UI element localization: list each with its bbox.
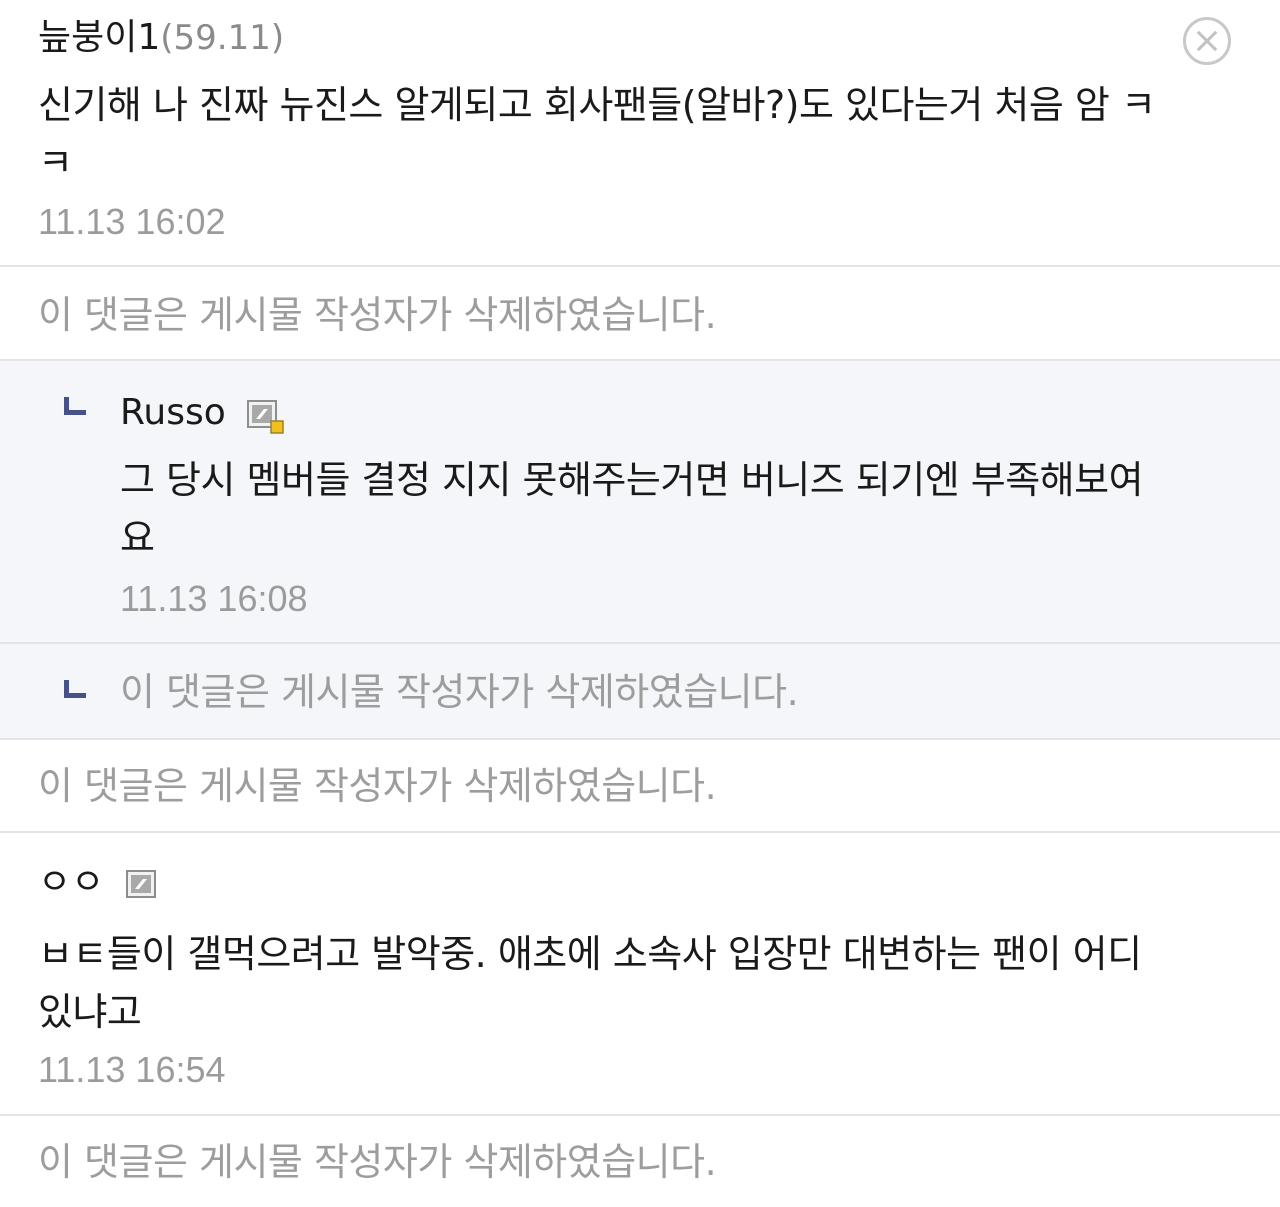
reply-arrow-icon: [64, 397, 86, 415]
deleted-comment-text: 이 댓글은 게시물 작성자가 삭제하였습니다.: [120, 670, 799, 714]
comment-item: 늪붕이1(59.11) 신기해 나 진짜 뉴진스 알게되고 회사팬들(알바?)도…: [0, 0, 1280, 267]
reply-arrow-icon: [64, 680, 86, 698]
comment-text: ㅂㅌ들이 갤먹으려고 발악중. 애초에 소속사 입장만 대변하는 팬이 어디 있…: [38, 925, 1238, 1041]
comment-timestamp: 11.13 16:02: [38, 201, 226, 242]
deleted-comment: 이 댓글은 게시물 작성자가 삭제하였습니다.: [0, 267, 1280, 361]
deleted-comment-text: 이 댓글은 게시물 작성자가 삭제하였습니다.: [38, 293, 717, 337]
comment-author: Russo: [120, 391, 284, 435]
comment-text-line: 요: [120, 516, 155, 560]
author-nickname[interactable]: 늪붕이1: [38, 17, 160, 58]
comment-text-line: ㅋ: [38, 141, 73, 185]
reply-comment: Russo 그 당시 멤버들 결정 지지 못해주는거면 버니즈 되기엔 부족해보…: [0, 361, 1280, 644]
comment-author: ㅇㅇ: [38, 861, 156, 905]
author-ip: (59.11): [160, 18, 285, 58]
close-icon[interactable]: [1183, 17, 1231, 65]
comment-timestamp: 11.13 16:54: [38, 1049, 226, 1090]
comment-text-line: 그 당시 멤버들 결정 지지 못해주는거면 버니즈 되기엔 부족해보여: [120, 458, 1144, 502]
deleted-comment-text: 이 댓글은 게시물 작성자가 삭제하였습니다.: [38, 764, 717, 808]
comment-timestamp: 11.13 16:08: [120, 578, 308, 619]
author-nickname[interactable]: Russo: [120, 392, 226, 433]
comment-author: 늪붕이1(59.11): [38, 16, 284, 60]
deleted-comment-text: 이 댓글은 게시물 작성자가 삭제하였습니다.: [38, 1140, 717, 1184]
member-icon: [125, 870, 156, 898]
comment-text-line: ㅂㅌ들이 갤먹으려고 발악중. 애초에 소속사 입장만 대변하는 팬이 어디: [38, 932, 1142, 976]
comment-item: ㅇㅇ ㅂㅌ들이 갤먹으려고 발악중. 애초에 소속사 입장만 대변하는 팬이 어…: [0, 833, 1280, 1116]
comment-text-line: 있냐고: [38, 990, 142, 1034]
comment-text: 그 당시 멤버들 결정 지지 못해주는거면 버니즈 되기엔 부족해보여 요: [120, 451, 1240, 567]
comment-text-line: 신기해 나 진짜 뉴진스 알게되고 회사팬들(알바?)도 있다는거 처음 암 ㅋ: [38, 83, 1156, 127]
fixed-member-icon: [247, 400, 284, 434]
deleted-comment: 이 댓글은 게시물 작성자가 삭제하였습니다.: [0, 1116, 1280, 1207]
comment-text: 신기해 나 진짜 뉴진스 알게되고 회사팬들(알바?)도 있다는거 처음 암 ㅋ…: [38, 76, 1238, 192]
deleted-reply: 이 댓글은 게시물 작성자가 삭제하였습니다.: [0, 644, 1280, 740]
deleted-comment: 이 댓글은 게시물 작성자가 삭제하였습니다.: [0, 740, 1280, 833]
author-nickname[interactable]: ㅇㅇ: [38, 862, 104, 903]
